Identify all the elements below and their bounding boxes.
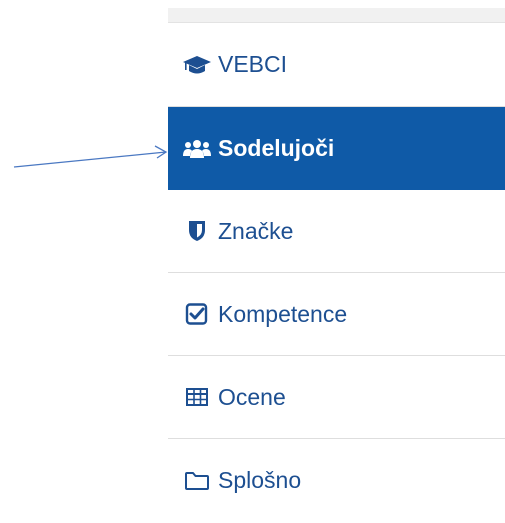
course-navigation: VEBCI Sodelujoči Značke Kompetence Ocene… <box>168 8 505 522</box>
nav-item-label: Značke <box>218 217 294 244</box>
nav-item-vebci[interactable]: VEBCI <box>168 23 505 107</box>
page: VEBCI Sodelujoči Značke Kompetence Ocene… <box>0 0 505 523</box>
nav-top-strip <box>168 8 505 23</box>
nav-item-ocene[interactable]: Ocene <box>168 356 505 439</box>
graduation-cap-icon <box>182 53 212 77</box>
nav-item-label: Ocene <box>218 383 286 410</box>
nav-item-label: Sodelujoči <box>218 135 335 161</box>
folder-icon <box>182 469 212 493</box>
nav-item-kompetence[interactable]: Kompetence <box>168 273 505 356</box>
users-icon <box>182 137 212 161</box>
nav-item-sodelujoci[interactable]: Sodelujoči <box>168 107 505 190</box>
table-icon <box>182 385 212 409</box>
shield-icon <box>182 219 212 243</box>
nav-item-splosno[interactable]: Splošno <box>168 439 505 522</box>
nav-item-label: Kompetence <box>218 300 348 327</box>
check-square-icon <box>182 302 212 326</box>
nav-item-label: VEBCI <box>218 51 288 77</box>
nav-item-label: Splošno <box>218 467 302 493</box>
nav-item-znacke[interactable]: Značke <box>168 190 505 273</box>
